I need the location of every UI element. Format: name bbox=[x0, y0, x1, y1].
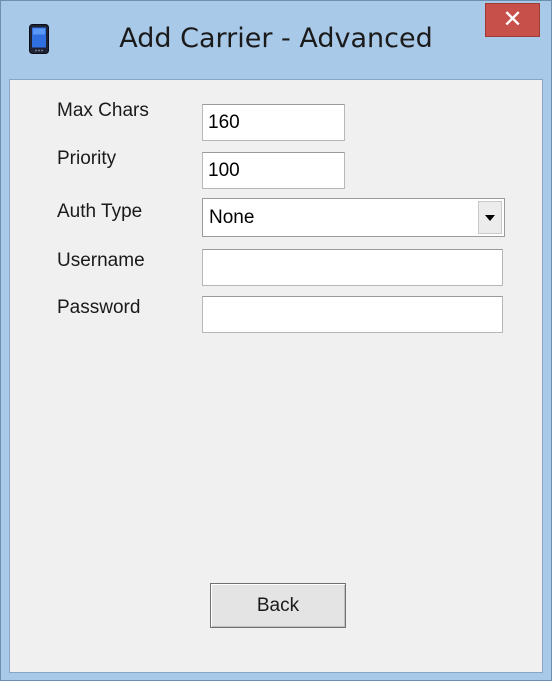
max-chars-input[interactable] bbox=[202, 104, 345, 141]
priority-input[interactable] bbox=[202, 152, 345, 189]
phone-icon bbox=[29, 24, 49, 54]
window-title: Add Carrier - Advanced bbox=[119, 23, 433, 54]
password-label: Password bbox=[57, 297, 141, 318]
password-input[interactable] bbox=[202, 296, 503, 333]
dialog-body: Max Chars Priority Auth Type None Userna… bbox=[9, 79, 543, 673]
auth-type-select[interactable]: None bbox=[202, 198, 505, 237]
back-button[interactable]: Back bbox=[210, 583, 346, 628]
auth-type-value: None bbox=[209, 207, 255, 228]
title-bar[interactable]: Add Carrier - Advanced ✕ bbox=[1, 1, 551, 79]
username-label: Username bbox=[57, 250, 145, 271]
max-chars-label: Max Chars bbox=[57, 100, 149, 121]
auth-type-label: Auth Type bbox=[57, 201, 143, 222]
dropdown-button[interactable] bbox=[478, 201, 502, 234]
close-icon: ✕ bbox=[502, 5, 523, 33]
dialog-window: Add Carrier - Advanced ✕ Max Chars Prior… bbox=[0, 0, 552, 681]
close-button[interactable]: ✕ bbox=[485, 3, 540, 37]
chevron-down-icon bbox=[485, 215, 495, 221]
username-input[interactable] bbox=[202, 249, 503, 286]
priority-label: Priority bbox=[57, 148, 117, 169]
